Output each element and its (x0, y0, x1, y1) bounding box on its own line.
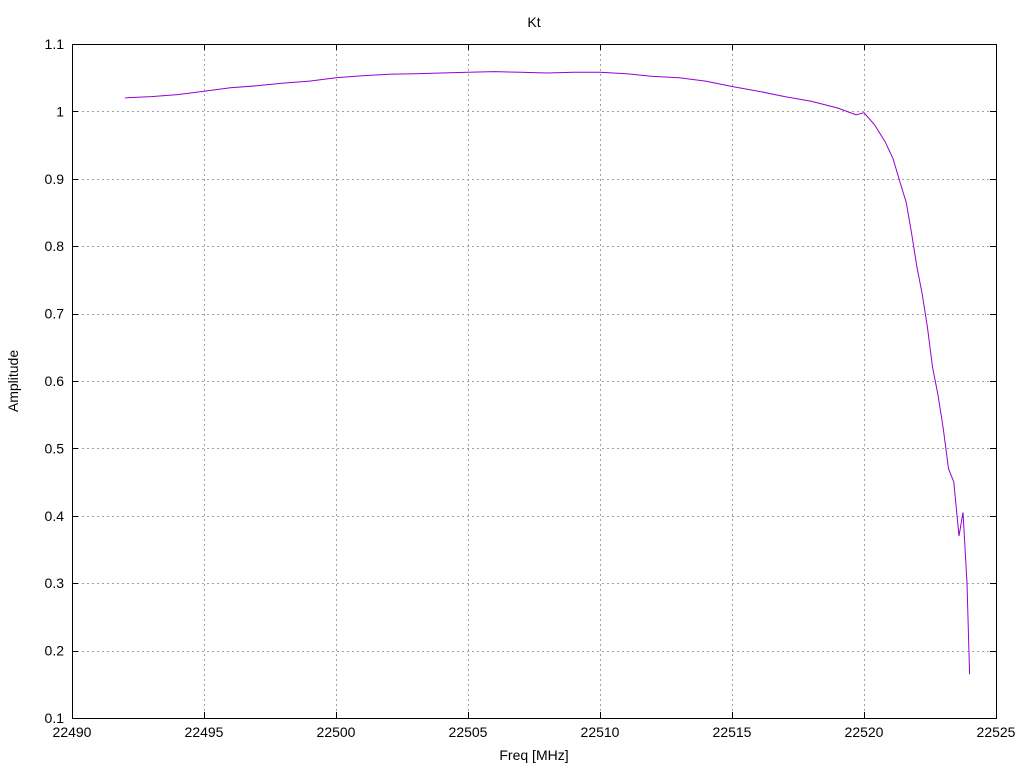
y-tick-label: 0.4 (45, 508, 65, 524)
x-tick-label: 22520 (845, 724, 884, 740)
y-tick-label: 0.9 (45, 171, 65, 187)
y-tick-label: 0.7 (45, 306, 65, 322)
chart-title: Kt (527, 14, 540, 30)
x-tick-label: 22515 (713, 724, 752, 740)
y-tick-label: 1.1 (45, 36, 65, 52)
x-tick-label: 22500 (317, 724, 356, 740)
x-tick-label: 22490 (53, 724, 92, 740)
x-tick-label: 22495 (185, 724, 224, 740)
x-axis-title: Freq [MHz] (499, 747, 568, 763)
y-tick-label: 0.6 (45, 373, 65, 389)
grid (72, 44, 996, 718)
y-tick-label: 1 (56, 103, 64, 119)
y-tick-label: 0.5 (45, 440, 65, 456)
line-chart: Kt 22490 22495 22500 22505 22510 22515 22520 22… (5, 14, 1016, 763)
x-tick-label: 22510 (581, 724, 620, 740)
y-tick-label: 0.2 (45, 643, 65, 659)
y-tick-label: 0.3 (45, 575, 65, 591)
y-tick-label: 0.1 (45, 710, 65, 726)
y-tick-labels: 0.1 0.2 0.3 0.4 0.5 0.6 0.7 0.8 0.9 1 1.1 (45, 36, 65, 726)
y-axis-title: Amplitude (5, 350, 21, 412)
x-tick-labels: 22490 22495 22500 22505 22510 22515 22520 22525 (53, 724, 1016, 740)
y-tick-label: 0.8 (45, 238, 65, 254)
x-tick-label: 22505 (449, 724, 488, 740)
x-tick-label: 22525 (977, 724, 1016, 740)
